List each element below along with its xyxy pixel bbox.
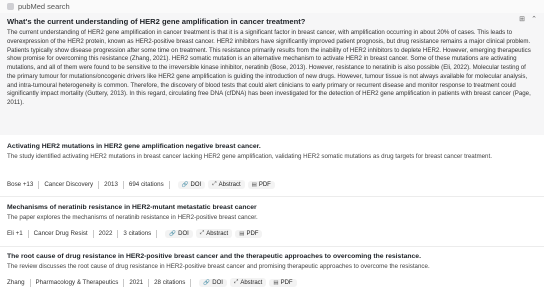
paper-summary: The study identified activating HER2 mut… <box>7 153 492 160</box>
top-bar: pubMed search <box>0 0 544 14</box>
link-icon: 🔗 <box>169 230 177 237</box>
paper-summary: The paper explores the mechanisms of ner… <box>7 214 258 221</box>
paper-year: 2013 <box>104 181 118 188</box>
paper-meta: Eli +1 Cancer Drug Resist 2022 3 citatio… <box>7 229 263 238</box>
document-icon: ▤ <box>273 279 279 286</box>
result-card: The root cause of drug resistance in HER… <box>0 253 544 293</box>
app-logo-icon <box>7 3 14 10</box>
paper-citations: 28 citations <box>154 279 186 286</box>
answer-panel: What's the current understanding of HER2… <box>0 13 544 135</box>
paper-authors: Bose +13 <box>7 181 34 188</box>
paper-journal: Pharmacology & Therapeutics <box>35 279 119 286</box>
paper-journal: Cancer Discovery <box>44 181 94 188</box>
result-card: Activating HER2 mutations in HER2 gene a… <box>0 143 544 191</box>
paper-title[interactable]: The root cause of drug resistance in HER… <box>7 253 421 260</box>
question-text: What's the current understanding of HER2… <box>7 17 306 26</box>
paper-meta: Zhang Pharmacology & Therapeutics 2021 2… <box>7 278 297 287</box>
paper-meta: Bose +13 Cancer Discovery 2013 694 citat… <box>7 180 275 189</box>
pdf-button[interactable]: ▤ PDF <box>235 229 263 238</box>
doi-button[interactable]: 🔗 DOI <box>199 278 227 287</box>
divider <box>0 246 544 247</box>
document-icon: ▤ <box>239 230 245 237</box>
abstract-button[interactable]: ⤢ Abstract <box>195 229 233 238</box>
paper-year: 2021 <box>129 279 144 286</box>
link-icon: 🔗 <box>181 181 189 188</box>
chevron-up-icon[interactable]: ⌃ <box>530 16 538 24</box>
paper-citations: 3 citations <box>123 230 152 237</box>
expand-icon: ⤢ <box>199 230 205 236</box>
paper-title[interactable]: Mechanisms of neratinib resistance in HE… <box>7 204 257 211</box>
paper-authors: Eli +1 <box>7 230 23 237</box>
paper-authors: Zhang <box>7 279 25 286</box>
paper-year: 2022 <box>98 230 113 237</box>
abstract-button[interactable]: ⤢ Abstract <box>229 278 267 287</box>
link-icon: 🔗 <box>203 279 211 286</box>
expand-icon: ⤢ <box>212 181 217 187</box>
result-card: Mechanisms of neratinib resistance in HE… <box>0 204 544 244</box>
paper-title[interactable]: Activating HER2 mutations in HER2 gene a… <box>7 143 261 150</box>
answer-actions: ⊞ ⌃ <box>518 16 538 24</box>
doi-button[interactable]: 🔗 DOI <box>177 180 206 189</box>
divider <box>0 196 544 197</box>
doi-button[interactable]: 🔗 DOI <box>165 229 193 238</box>
answer-body: The current understanding of HER2 gene a… <box>7 29 531 106</box>
add-icon[interactable]: ⊞ <box>518 16 526 24</box>
pdf-button[interactable]: ▤ PDF <box>247 180 275 189</box>
abstract-button[interactable]: ⤢ Abstract <box>208 180 245 189</box>
pdf-button[interactable]: ▤ PDF <box>269 278 297 287</box>
paper-journal: Cancer Drug Resist <box>33 230 88 237</box>
app-title: pubMed search <box>18 2 70 11</box>
paper-summary: The review discusses the root cause of d… <box>7 263 430 270</box>
document-icon: ▤ <box>251 181 257 188</box>
paper-citations: 694 citations <box>128 181 164 188</box>
expand-icon: ⤢ <box>233 279 239 285</box>
